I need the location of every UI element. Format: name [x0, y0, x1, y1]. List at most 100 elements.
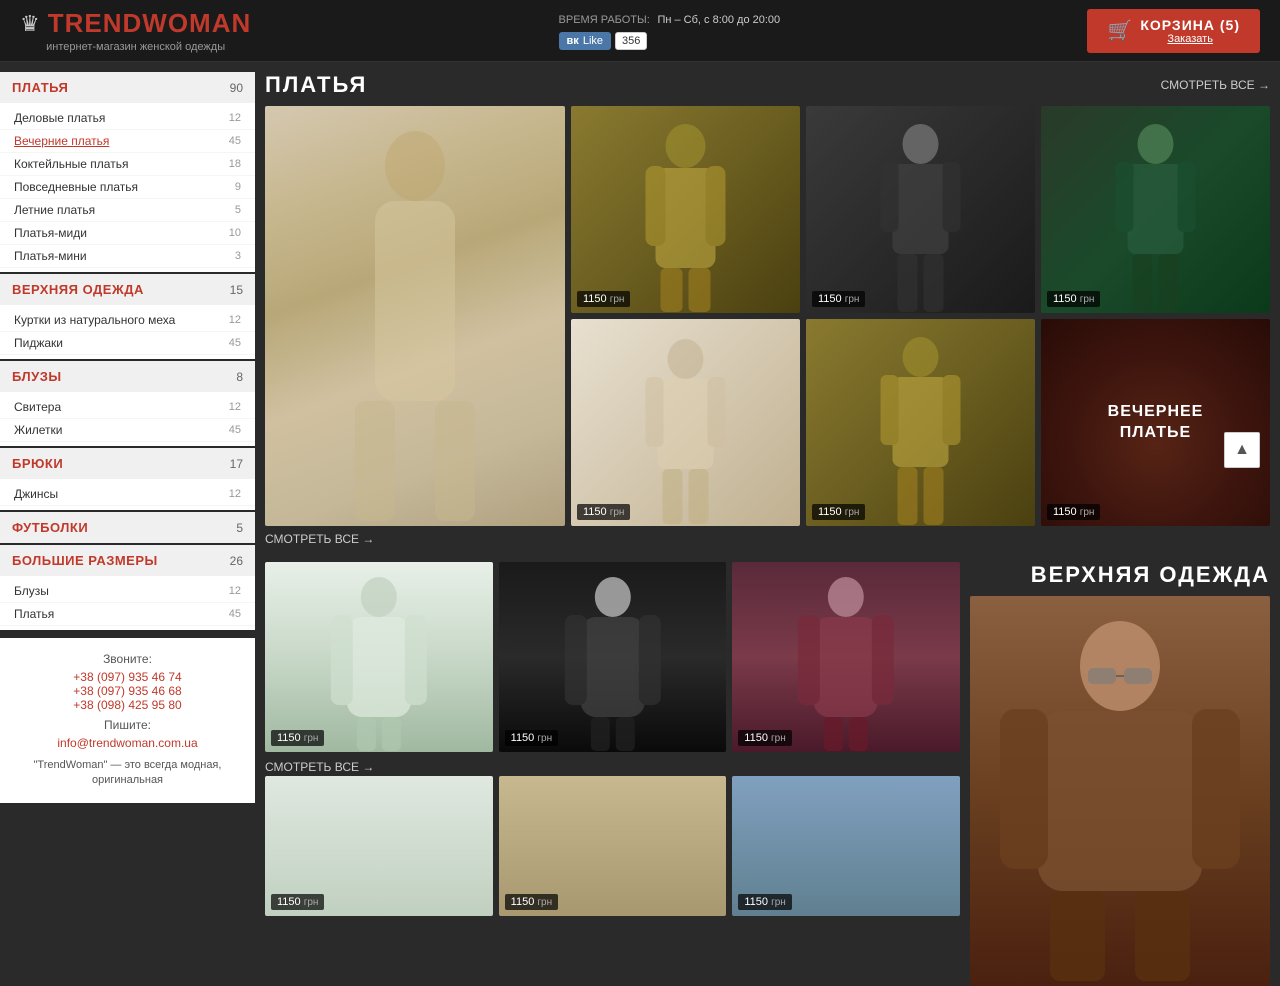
- cat-items-5: Блузы12Платья45: [0, 576, 255, 630]
- sidebar-categories: ПЛАТЬЯ90Деловые платья12Вечерние платья4…: [0, 72, 255, 630]
- sidebar-cat-header-0[interactable]: ПЛАТЬЯ90: [0, 72, 255, 103]
- sidebar-category-2: БЛУЗЫ 8 Свитера12 Жилетки 45: [0, 361, 255, 446]
- logo-part1: TREND: [48, 8, 143, 38]
- cat-item-3-0[interactable]: Джинсы12: [0, 483, 255, 506]
- vk-label: Like: [583, 35, 603, 47]
- logo-crown-icon: ♛: [20, 11, 40, 37]
- outerwear-thumb-2[interactable]: 1150 грн: [499, 562, 727, 752]
- logo-text: ♛ TRENDWOMAN: [20, 8, 251, 39]
- cat-item-count-2-1: 45: [229, 424, 241, 436]
- cat-item-0-6[interactable]: Платья-мини3: [0, 245, 255, 268]
- outerwear-main-image[interactable]: [970, 596, 1270, 986]
- cat-item-label-0-5: Платья-миди: [14, 226, 87, 240]
- cat-item-count-0-1: 45: [229, 135, 241, 147]
- cat-item-label-0-0: Деловые платья: [14, 111, 105, 125]
- dresses-section: ПЛАТЬЯ СМОТРЕТЬ ВСЕ →: [265, 72, 1270, 546]
- cart-button[interactable]: 🛒 КОРЗИНА (5) Заказать: [1087, 9, 1260, 53]
- contact-phone[interactable]: +38 (098) 425 95 80: [12, 698, 243, 712]
- outerwear-bottom-2[interactable]: 1150 грн: [499, 776, 727, 916]
- cat-item-count-0-2: 18: [229, 158, 241, 170]
- cat-item-count-0-4: 5: [235, 204, 241, 216]
- cat-item-label-0-4: Летние платья: [14, 203, 95, 217]
- sidebar-cat-header-5[interactable]: БОЛЬШИЕ РАЗМЕРЫ26: [0, 545, 255, 576]
- cart-icon: 🛒: [1107, 18, 1132, 43]
- cat-item-1-1[interactable]: Пиджаки45: [0, 332, 255, 355]
- outerwear-bottom-price-2: 1150 грн: [505, 894, 558, 910]
- cat-count-2: 8: [236, 370, 243, 384]
- cat-item-0-4[interactable]: Летние платья 5: [0, 199, 255, 222]
- outerwear-thumb-3[interactable]: 1150 грн: [732, 562, 960, 752]
- sidebar: ПЛАТЬЯ90Деловые платья12Вечерние платья4…: [0, 62, 255, 986]
- cart-title: КОРЗИНА (5): [1140, 17, 1240, 33]
- dress-thumb-4[interactable]: 1150 грн: [806, 319, 1035, 526]
- dresses-view-all[interactable]: СМОТРЕТЬ ВСЕ →: [1161, 78, 1270, 92]
- outerwear-bottom-3[interactable]: 1150 грн: [732, 776, 960, 916]
- work-hours-value: Пн – Сб, с 8:00 до 20:00: [657, 14, 780, 26]
- price-badge-2: 1150 грн: [577, 504, 630, 520]
- cat-item-label-0-1: Вечерние платья: [14, 134, 109, 148]
- cat-item-label-0-2: Коктейльные платья: [14, 157, 128, 171]
- cat-title-0: ПЛАТЬЯ: [12, 80, 68, 95]
- sidebar-category-5: БОЛЬШИЕ РАЗМЕРЫ26Блузы12Платья45: [0, 545, 255, 630]
- sidebar-cat-header-1[interactable]: ВЕРХНЯЯ ОДЕЖДА15: [0, 274, 255, 305]
- cat-count-3: 17: [230, 457, 243, 471]
- price-badge-1: 1150 грн: [577, 291, 630, 307]
- outerwear-grid: 1150 грн 1150 грн: [265, 562, 960, 752]
- dress-thumb-2[interactable]: 1150 грн: [571, 319, 800, 526]
- cat-item-count-5-0: 12: [229, 585, 241, 597]
- outerwear-right: ВЕРХНЯЯ ОДЕЖДА: [970, 562, 1270, 986]
- logo-subtitle: интернет-магазин женской одежды: [46, 41, 225, 53]
- cat-item-5-0[interactable]: Блузы12: [0, 580, 255, 603]
- contact-phone[interactable]: +38 (097) 935 46 74: [12, 670, 243, 684]
- cat-item-5-1[interactable]: Платья45: [0, 603, 255, 626]
- cat-title-4: ФУТБОЛКИ: [12, 520, 88, 535]
- outerwear-title: ВЕРХНЯЯ ОДЕЖДА: [970, 562, 1270, 588]
- work-hours-label: ВРЕМЯ РАБОТЫ:: [559, 14, 650, 26]
- dress-thumb-3[interactable]: 1150 грн: [806, 106, 1035, 313]
- cat-item-label-2-1: Жилетки: [14, 423, 63, 437]
- cat-title-2: БЛУЗЫ: [12, 369, 62, 384]
- cat-count-4: 5: [236, 521, 243, 535]
- cat-item-0-3[interactable]: Повседневные платья9: [0, 176, 255, 199]
- social-bar: вк Like 356: [559, 32, 781, 50]
- contact-call-label: Звоните:: [12, 652, 243, 666]
- sidebar-cat-header-2[interactable]: БЛУЗЫ 8: [0, 361, 255, 392]
- cat-item-label-0-3: Повседневные платья: [14, 180, 138, 194]
- logo-part2: WOMAN: [142, 8, 251, 38]
- outerwear-thumb-1[interactable]: 1150 грн: [265, 562, 493, 752]
- dress-thumb-5[interactable]: 1150 грн: [1041, 106, 1270, 313]
- contact-phones: +38 (097) 935 46 74+38 (097) 935 46 68+3…: [12, 670, 243, 712]
- outerwear-price-3: 1150 грн: [738, 730, 791, 746]
- cat-item-0-2[interactable]: Коктейльные платья 18: [0, 153, 255, 176]
- contact-phone[interactable]: +38 (097) 935 46 68: [12, 684, 243, 698]
- scroll-to-top-button[interactable]: ▲: [1224, 432, 1260, 468]
- cat-item-2-0[interactable]: Свитера12: [0, 396, 255, 419]
- price-badge-5: 1150 грн: [1047, 291, 1100, 307]
- cat-item-label-2-0: Свитера: [14, 400, 61, 414]
- price-badge-6: 1150 грн: [1047, 504, 1100, 520]
- outerwear-price-2: 1150 грн: [505, 730, 558, 746]
- dress-thumb-6[interactable]: ВЕЧЕРНЕЕПЛАТЬЕ 1150 грн: [1041, 319, 1270, 526]
- contact-box: Звоните: +38 (097) 935 46 74+38 (097) 93…: [0, 638, 255, 803]
- cat-item-1-0[interactable]: Куртки из натурального меха12: [0, 309, 255, 332]
- vk-like-button[interactable]: вк Like: [559, 32, 611, 50]
- cat-item-0-0[interactable]: Деловые платья12: [0, 107, 255, 130]
- cart-text-area: КОРЗИНА (5) Заказать: [1140, 17, 1240, 45]
- sidebar-cat-header-3[interactable]: БРЮКИ17: [0, 448, 255, 479]
- cat-items-2: Свитера12 Жилетки 45: [0, 392, 255, 446]
- dress-thumb-1[interactable]: 1150 грн: [571, 106, 800, 313]
- outerwear-bottom-1[interactable]: 1150 грн: [265, 776, 493, 916]
- outerwear-view-all[interactable]: СМОТРЕТЬ ВСЕ →: [265, 760, 960, 774]
- cat-item-count-0-5: 10: [229, 227, 241, 239]
- contact-email[interactable]: info@trendwoman.com.ua: [12, 736, 243, 750]
- cat-item-count-1-1: 45: [229, 337, 241, 349]
- cat-item-0-5[interactable]: Платья-миди 10: [0, 222, 255, 245]
- dresses-view-all-bottom[interactable]: СМОТРЕТЬ ВСЕ →: [265, 532, 1270, 546]
- cat-item-0-1[interactable]: Вечерние платья 45: [0, 130, 255, 153]
- sidebar-cat-header-4[interactable]: ФУТБОЛКИ 5: [0, 512, 255, 543]
- main-dress-image[interactable]: [265, 106, 565, 526]
- price-badge-4: 1150 грн: [812, 504, 865, 520]
- sidebar-category-1: ВЕРХНЯЯ ОДЕЖДА15 Куртки из натурального м…: [0, 274, 255, 359]
- featured-overlay-text: ВЕЧЕРНЕЕПЛАТЬЕ: [1108, 402, 1204, 444]
- cat-item-2-1[interactable]: Жилетки 45: [0, 419, 255, 442]
